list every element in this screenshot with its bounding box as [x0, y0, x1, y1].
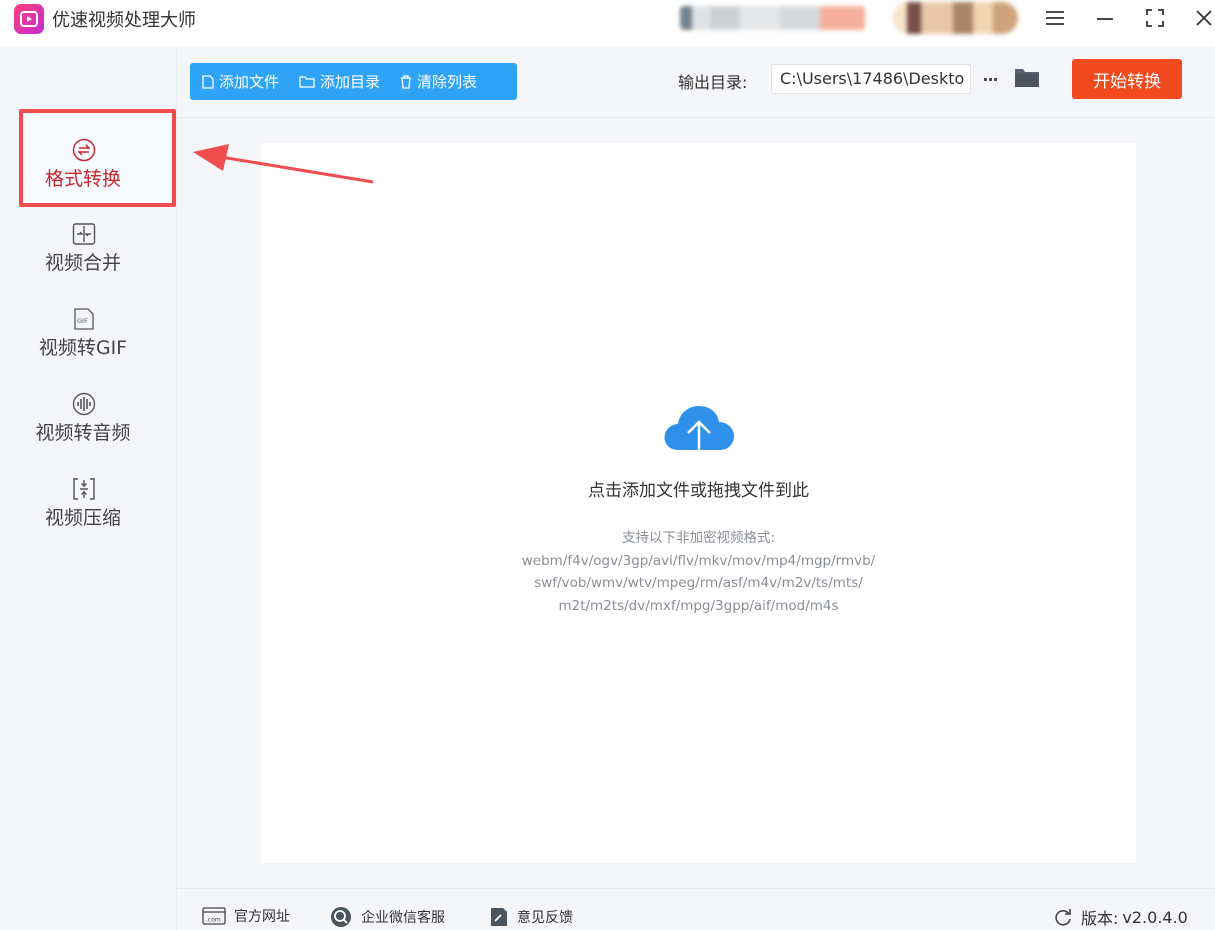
- version-number: v2.0.4.0: [1122, 907, 1188, 927]
- minimize-icon[interactable]: [1091, 4, 1119, 32]
- drop-instruction: 点击添加文件或拖拽文件到此: [588, 481, 809, 501]
- footer: .com 官方网址 企业微信客服 意见反馈 版本: v2.0.4.0: [178, 888, 1215, 930]
- toolbar: 添加文件 添加目录 清除列表 输出目录: C:\Users\17486\Desk…: [178, 46, 1215, 118]
- gif-icon: GIF: [72, 307, 96, 331]
- formats-line-1: webm/f4v/ogv/3gp/avi/flv/mkv/mov/mp4/mgp…: [521, 552, 876, 569]
- sidebar-item-video-to-audio[interactable]: 视频转音频: [22, 368, 172, 458]
- wechat-support-link[interactable]: 企业微信客服: [329, 906, 445, 928]
- blurred-avatar: [893, 2, 1018, 34]
- more-options-button[interactable]: ···: [978, 64, 1002, 94]
- app-title: 优速视频处理大师: [52, 10, 196, 31]
- sidebar-item-video-compress[interactable]: 视频压缩: [22, 453, 172, 543]
- supported-formats: 支持以下非加密视频格式: webm/f4v/ogv/3gp/avi/flv/mk…: [261, 527, 1136, 617]
- cloud-upload-icon: [661, 398, 737, 466]
- sidebar-item-format-convert[interactable]: 格式转换: [22, 114, 172, 204]
- blurred-account-info: [680, 6, 865, 30]
- file-action-group: 添加文件 添加目录 清除列表: [190, 63, 517, 100]
- formats-line-3: m2t/m2ts/dv/mxf/mpg/3gpp/aif/mod/m4s: [558, 597, 839, 614]
- folder-outline-icon: [299, 76, 315, 88]
- add-file-label: 添加文件: [219, 73, 280, 91]
- supported-formats-title: 支持以下非加密视频格式:: [621, 530, 776, 546]
- audio-wave-icon: [72, 392, 96, 416]
- output-dir-input[interactable]: C:\Users\17486\Deskto: [771, 64, 971, 94]
- sidebar-item-label: 视频转GIF: [38, 337, 128, 359]
- add-file-button[interactable]: 添加文件: [202, 71, 279, 92]
- official-website-link[interactable]: .com 官方网址: [202, 906, 290, 926]
- version-label: 版本:: [1081, 909, 1119, 928]
- wechat-icon: [331, 907, 351, 927]
- file-icon: [202, 74, 214, 89]
- maximize-icon[interactable]: [1141, 4, 1169, 32]
- sidebar-item-video-to-gif[interactable]: GIF 视频转GIF: [22, 283, 172, 373]
- sidebar-item-video-merge[interactable]: 视频合并: [22, 198, 172, 288]
- official-website-label: 官方网址: [234, 909, 290, 925]
- svg-text:GIF: GIF: [77, 317, 88, 325]
- add-directory-button[interactable]: 添加目录: [299, 71, 380, 92]
- sidebar-item-label: 视频合并: [44, 252, 121, 274]
- open-folder-icon[interactable]: [1014, 66, 1042, 92]
- format-convert-icon: [72, 138, 96, 162]
- close-icon[interactable]: [1190, 4, 1215, 32]
- clear-list-button[interactable]: 清除列表: [400, 71, 477, 92]
- more-icon: ···: [982, 69, 998, 89]
- refresh-icon: [1055, 909, 1071, 926]
- start-convert-button[interactable]: 开始转换: [1072, 59, 1182, 99]
- feedback-icon: [491, 908, 507, 926]
- wechat-support-label: 企业微信客服: [361, 910, 445, 926]
- app-logo-icon: [14, 4, 44, 34]
- website-icon: .com: [202, 907, 226, 925]
- svg-text:.com: .com: [206, 917, 221, 924]
- menu-icon[interactable]: [1041, 4, 1069, 32]
- video-merge-icon: [72, 222, 96, 246]
- output-dir-label: 输出目录:: [678, 73, 748, 92]
- sidebar-item-label: 视频压缩: [44, 507, 121, 529]
- formats-line-2: swf/vob/wmv/wtv/mpeg/rm/asf/m4v/m2v/ts/m…: [534, 575, 863, 591]
- trash-icon: [401, 74, 412, 89]
- feedback-link[interactable]: 意见反馈: [489, 906, 573, 928]
- sidebar-item-label: 格式转换: [44, 168, 121, 190]
- add-directory-label: 添加目录: [320, 73, 381, 91]
- file-drop-zone[interactable]: 点击添加文件或拖拽文件到此 支持以下非加密视频格式: webm/f4v/ogv/…: [261, 143, 1136, 863]
- compress-icon: [72, 477, 96, 501]
- title-bar: 优速视频处理大师: [0, 0, 1215, 46]
- feedback-label: 意见反馈: [517, 910, 573, 926]
- clear-list-label: 清除列表: [417, 73, 478, 91]
- sidebar-item-label: 视频转音频: [35, 422, 131, 444]
- version-info[interactable]: 版本: v2.0.4.0: [1053, 905, 1188, 929]
